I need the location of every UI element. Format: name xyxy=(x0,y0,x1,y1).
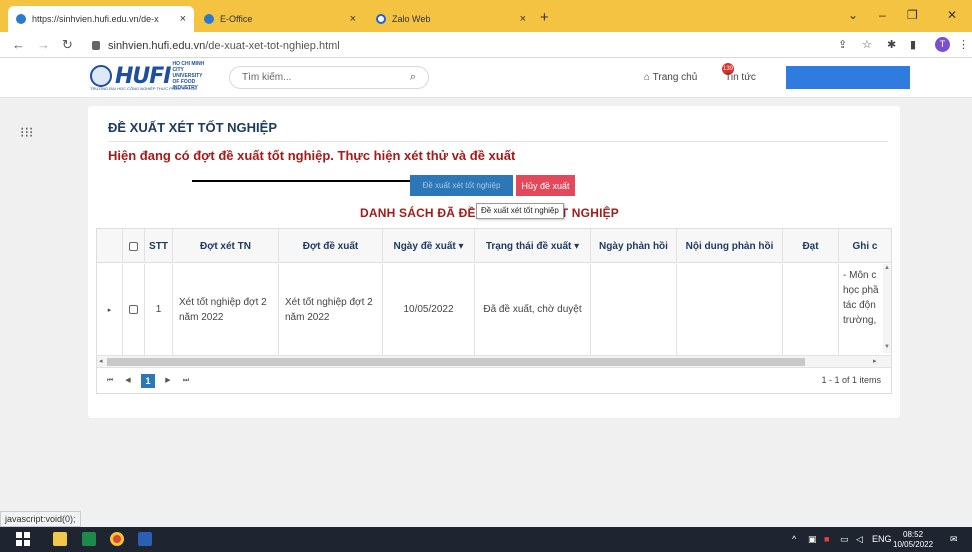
restore-button[interactable]: ❐ xyxy=(907,8,918,22)
first-page-button[interactable]: ⏮ xyxy=(103,374,117,388)
horizontal-scrollbar[interactable]: ◂ ▸ xyxy=(97,355,891,367)
new-tab-button[interactable]: + xyxy=(540,9,549,26)
favicon-icon xyxy=(16,14,26,24)
minimize-button[interactable]: – xyxy=(879,8,886,22)
favicon-icon xyxy=(204,14,214,24)
excel-icon[interactable] xyxy=(82,532,96,546)
profile-avatar[interactable]: T xyxy=(935,37,950,52)
table-row[interactable]: ▸ 1 Xét tốt nghiệp đợt 2 năm 2022 Xét tố… xyxy=(97,264,891,355)
title-divider xyxy=(108,141,888,142)
notification-icon[interactable]: ✉ xyxy=(950,534,958,545)
browser-tabbar: https://sinhvien.hufi.edu.vn/de-x × E-Of… xyxy=(0,0,972,32)
nav-news-link[interactable]: • Tin tức xyxy=(719,72,756,83)
scroll-right-icon[interactable]: ▸ xyxy=(873,357,877,365)
sidepanel-icon[interactable]: ▮ xyxy=(910,38,916,51)
col-trang-thai[interactable]: Trạng thái đề xuất ▾ xyxy=(475,229,591,263)
home-icon: ⌂ xyxy=(644,72,651,83)
cell-ngay-phan-hoi xyxy=(591,264,677,355)
network-icon[interactable]: ▭ xyxy=(840,534,849,545)
volume-icon[interactable]: ◁ xyxy=(856,534,863,545)
tray-app-icon[interactable]: ▣ xyxy=(808,534,817,545)
vertical-scrollbar[interactable]: ▲ ▼ xyxy=(883,264,891,353)
word-icon[interactable] xyxy=(138,532,152,546)
file-explorer-icon[interactable] xyxy=(53,532,67,546)
apps-grid-icon[interactable]: ⁝⁝⁝ xyxy=(20,124,33,141)
tab-close-icon[interactable]: × xyxy=(350,13,356,25)
tab-sinhvien[interactable]: https://sinhvien.hufi.edu.vn/de-x × xyxy=(8,6,194,32)
propose-graduation-button[interactable]: Đề xuất xét tốt nghiệp xyxy=(410,175,513,196)
pager: ⏮ ◀ 1 ▶ ⏭ 1 - 1 of 1 items xyxy=(97,367,891,393)
col-dot-xet-tn[interactable]: Đợt xét TN xyxy=(173,229,279,263)
back-arrow-icon[interactable]: ← xyxy=(12,37,25,52)
clock[interactable]: 08:52 10/05/2022 xyxy=(893,530,933,550)
cell-ghi-chu: - Môn c học phầ tác độn trường, xyxy=(843,270,879,326)
scroll-thumb[interactable] xyxy=(107,358,805,366)
col-noi-dung-phan-hoi[interactable]: Nội dung phản hồi xyxy=(677,229,783,263)
forward-arrow-icon[interactable]: → xyxy=(37,37,50,52)
expand-col-header xyxy=(97,229,123,263)
select-all-checkbox[interactable] xyxy=(123,229,145,263)
cancel-proposal-button[interactable]: Hủy đề xuất xyxy=(516,175,575,196)
close-window-button[interactable]: ✕ xyxy=(947,8,957,22)
scroll-down-icon[interactable]: ▼ xyxy=(884,344,890,350)
cell-noi-dung xyxy=(677,264,783,355)
cell-trang-thai: Đã đề xuất, chờ duyệt xyxy=(475,264,591,355)
notice-text: Hiện đang có đợt đề xuất tốt nghiệp. Thự… xyxy=(108,148,516,163)
main-card: ĐỀ XUẤT XÉT TỐT NGHIỆP Hiện đang có đợt … xyxy=(88,106,900,418)
windows-taskbar: ^ ▣ ■ ▭ ◁ ENG 08:52 10/05/2022 ✉ xyxy=(0,527,972,552)
bookmark-star-icon[interactable]: ☆ xyxy=(862,38,872,51)
table-header: STT Đợt xét TN Đợt đề xuất Ngày đề xuất … xyxy=(97,229,891,263)
extensions-icon[interactable]: ✱ xyxy=(887,38,896,51)
lock-icon xyxy=(92,41,100,50)
expand-row-icon[interactable]: ▸ xyxy=(97,264,123,355)
address-bar[interactable]: sinhvien.hufi.edu.vn/de-xuat-xet-tot-ngh… xyxy=(90,36,952,55)
col-ghi-chu[interactable]: Ghi c xyxy=(839,229,891,263)
pager-info: 1 - 1 of 1 items xyxy=(821,375,881,385)
col-dot-de-xuat[interactable]: Đợt đề xuất xyxy=(279,229,383,263)
hufi-seal-icon xyxy=(90,65,112,87)
scroll-up-icon[interactable]: ▲ xyxy=(884,265,890,271)
page-1-button[interactable]: 1 xyxy=(141,374,155,388)
chrome-icon[interactable] xyxy=(110,532,124,546)
tab-search-icon[interactable]: ⌄ xyxy=(848,8,858,22)
zalo-favicon-icon xyxy=(376,14,386,24)
search-icon[interactable]: ⌕ xyxy=(410,71,416,84)
tooltip: Đề xuất xét tốt nghiệp xyxy=(476,203,564,219)
cell-dat xyxy=(783,264,839,355)
site-header: HUFI HO CHI MINH CITY UNIVERSITY OF FOOD… xyxy=(0,58,972,98)
cell-dot-de-xuat: Xét tốt nghiệp đợt 2 năm 2022 xyxy=(279,264,383,355)
cell-dot-xet: Xét tốt nghiệp đợt 2 năm 2022 xyxy=(173,264,279,355)
windows-start-icon[interactable] xyxy=(16,532,30,546)
tray-chevron-icon[interactable]: ^ xyxy=(792,534,796,544)
col-dat[interactable]: Đạt xyxy=(783,229,839,263)
language-indicator[interactable]: ENG xyxy=(872,534,892,544)
share-icon[interactable]: ⇪ xyxy=(838,38,847,51)
next-page-button[interactable]: ▶ xyxy=(161,374,175,388)
browser-toolbar: ← → ↻ sinhvien.hufi.edu.vn/de-xuat-xet-t… xyxy=(0,32,972,58)
search-input[interactable]: Tìm kiếm... ⌕ xyxy=(229,66,429,89)
reload-icon[interactable]: ↻ xyxy=(62,37,73,53)
scroll-left-icon[interactable]: ◂ xyxy=(99,357,103,365)
tray-antivirus-icon[interactable]: ■ xyxy=(824,534,829,544)
user-menu[interactable] xyxy=(786,66,910,89)
last-page-button[interactable]: ⏭ xyxy=(179,374,193,388)
cell-stt: 1 xyxy=(145,264,173,355)
prev-page-button[interactable]: ◀ xyxy=(121,374,135,388)
tab-zalo[interactable]: Zalo Web × xyxy=(368,6,534,32)
browser-menu-icon[interactable]: ⋮ xyxy=(958,38,969,51)
nav-home-link[interactable]: ⌂ Trang chủ xyxy=(644,72,697,83)
row-checkbox[interactable] xyxy=(123,264,145,355)
page-title: ĐỀ XUẤT XÉT TỐT NGHIỆP xyxy=(108,120,278,135)
col-ngay-phan-hoi[interactable]: Ngày phản hồi xyxy=(591,229,677,263)
col-ngay-de-xuat[interactable]: Ngày đề xuất ▾ xyxy=(383,229,475,263)
tab-eoffice[interactable]: E-Office × xyxy=(196,6,364,32)
col-stt[interactable]: STT xyxy=(145,229,173,263)
status-bar: javascript:void(0); xyxy=(0,511,81,527)
tab-close-icon[interactable]: × xyxy=(180,13,186,25)
proposal-table: STT Đợt xét TN Đợt đề xuất Ngày đề xuất … xyxy=(96,228,892,394)
cell-ngay-de-xuat: 10/05/2022 xyxy=(383,264,475,355)
hufi-logo[interactable]: HUFI HO CHI MINH CITY UNIVERSITY OF FOOD… xyxy=(90,61,207,91)
tab-close-icon[interactable]: × xyxy=(520,13,526,25)
